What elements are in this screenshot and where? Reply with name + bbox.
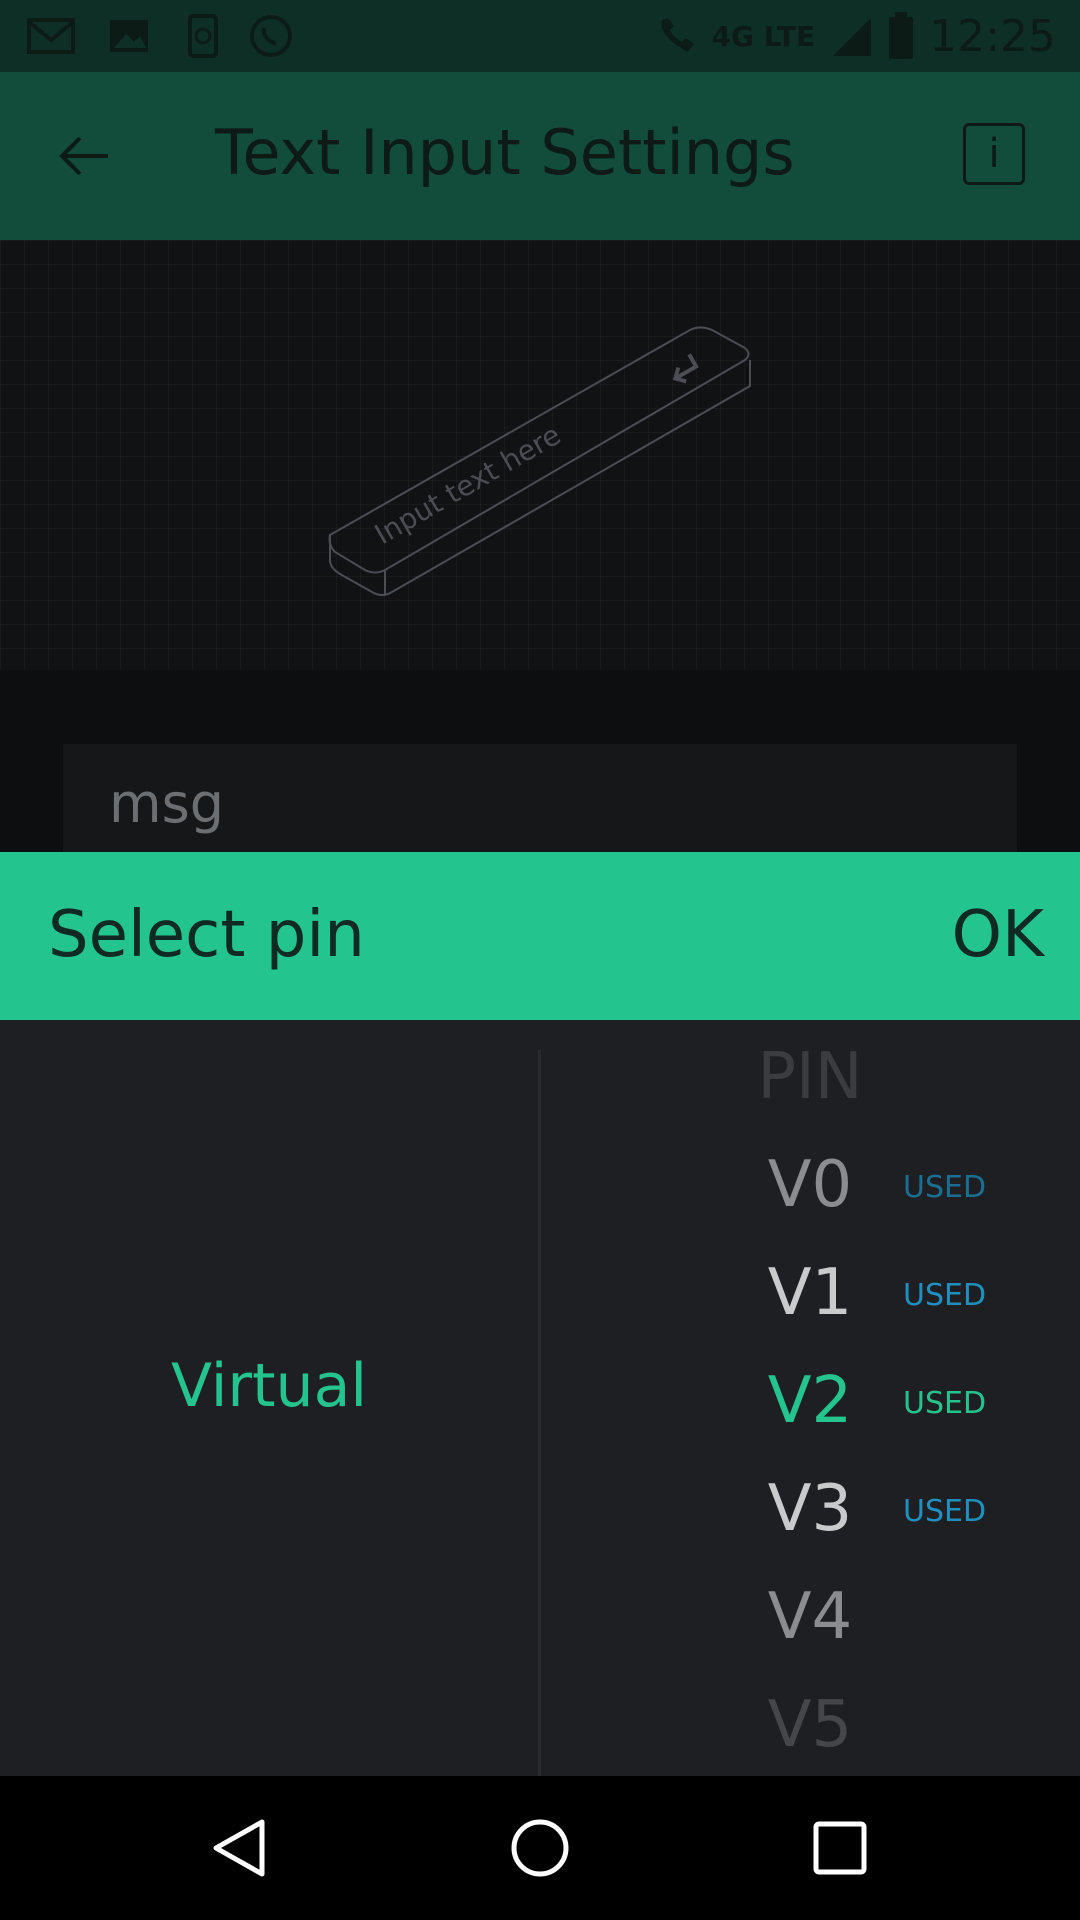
used-badge: USED <box>903 1170 987 1205</box>
home-circle-icon[interactable] <box>508 1816 572 1880</box>
sheet-title: Select pin <box>48 898 365 972</box>
arrow-left-icon[interactable] <box>56 128 112 184</box>
gmail-icon <box>27 18 75 54</box>
used-badge: USED <box>903 1494 987 1529</box>
ok-button[interactable]: OK <box>952 898 1044 972</box>
back-triangle-icon[interactable] <box>208 1816 272 1880</box>
signal-icon <box>833 18 872 56</box>
phone-sync-icon <box>188 14 218 58</box>
whatsapp-icon <box>250 15 292 57</box>
pin-picker: Virtual PIN V0 USED V1 USED V2 USED V3 U… <box>0 1020 1080 1776</box>
pin-option-v0[interactable]: V0 USED <box>720 1138 1020 1238</box>
select-pin-header: Select pin OK <box>0 852 1080 1020</box>
pin-option-v2[interactable]: V2 USED <box>720 1354 1020 1454</box>
name-input[interactable]: msg <box>63 744 1017 852</box>
network-label: 4G LTE <box>711 19 816 53</box>
pin-label: V2 <box>767 1364 853 1438</box>
pin-type-value[interactable]: Virtual <box>0 1351 538 1421</box>
used-badge: USED <box>903 1278 987 1313</box>
pin-label: V3 <box>767 1472 853 1546</box>
battery-icon <box>889 12 914 59</box>
name-input-value: msg <box>109 772 225 835</box>
text-input-widget-illustration: Input text here <box>328 326 751 596</box>
widget-placeholder: Input text here <box>369 418 566 551</box>
clock: 12:25 <box>929 10 1056 62</box>
pin-label: V0 <box>767 1148 853 1222</box>
pin-label: V4 <box>767 1580 853 1654</box>
widget-preview: Input text here <box>0 240 1080 670</box>
pin-label: V5 <box>767 1688 853 1762</box>
page-title: Text Input Settings <box>215 116 795 189</box>
app-bar: Text Input Settings i <box>0 72 1080 240</box>
image-icon <box>110 20 148 52</box>
pin-column-header: PIN <box>720 1030 1020 1130</box>
wifi-call-icon <box>661 18 694 52</box>
picker-divider <box>538 1050 541 1776</box>
pin-option-v4[interactable]: V4 <box>720 1570 1020 1670</box>
status-bar: 4G LTE 12:25 <box>0 0 1080 72</box>
enter-arrow-icon <box>672 353 699 384</box>
pin-option-v1[interactable]: V1 USED <box>720 1246 1020 1346</box>
pin-option-v3[interactable]: V3 USED <box>720 1462 1020 1562</box>
navigation-bar <box>0 1776 1080 1920</box>
pin-header-label: PIN <box>757 1040 863 1114</box>
recents-square-icon[interactable] <box>808 1816 872 1880</box>
used-badge: USED <box>903 1386 987 1421</box>
pin-option-v5[interactable]: V5 <box>720 1678 1020 1778</box>
info-icon[interactable]: i <box>963 123 1025 185</box>
pin-label: V1 <box>767 1256 853 1330</box>
